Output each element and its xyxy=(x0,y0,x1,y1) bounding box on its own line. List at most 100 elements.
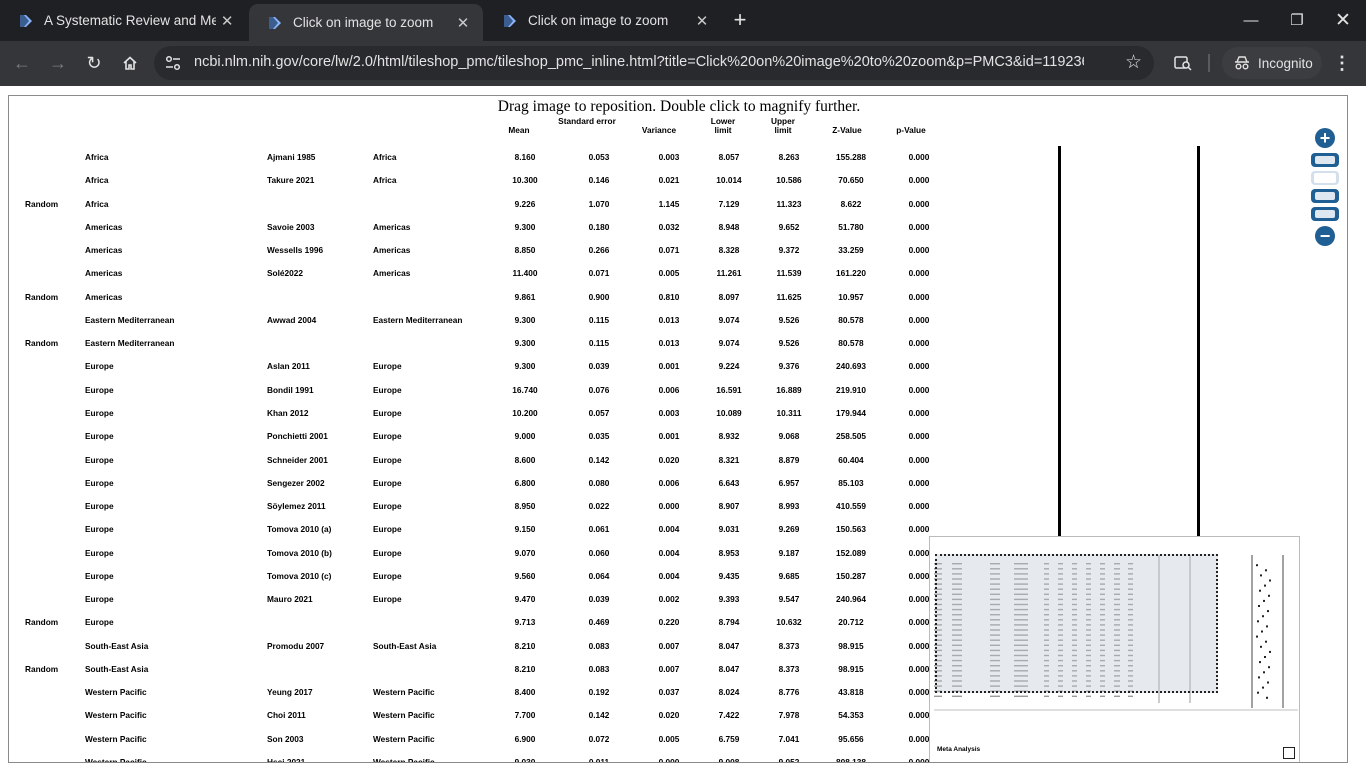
image-viewer[interactable]: Mean Standard error Variance Lower limit… xyxy=(8,95,1348,763)
cell-region: Western Pacific xyxy=(373,687,435,698)
zoom-level-button[interactable] xyxy=(1311,189,1339,203)
cell-lower-limit: 6.643 xyxy=(718,477,740,488)
cell-region: Eastern Mediterranean xyxy=(373,314,463,325)
cell-region: Western Pacific xyxy=(373,757,435,763)
navigator-thumbnail[interactable]: Meta Analysis xyxy=(929,536,1300,762)
browser-tab[interactable]: Click on image to zoom ✕ xyxy=(484,0,722,41)
forward-arrow-icon[interactable]: → xyxy=(44,49,72,77)
cell-standard-error: 0.083 xyxy=(588,640,610,651)
cell-p-value: 0.000 xyxy=(908,338,930,349)
zoom-level-button[interactable] xyxy=(1311,207,1339,221)
cell-upper-limit: 10.311 xyxy=(776,407,802,418)
cell-p-value: 0.000 xyxy=(908,268,930,279)
cell-variance: 0.001 xyxy=(658,361,680,372)
address-bar[interactable]: ncbi.nlm.nih.gov/core/lw/2.0/html/tilesh… xyxy=(154,46,1154,80)
lens-search-icon[interactable] xyxy=(1170,49,1196,77)
cell-group: Europe xyxy=(85,547,114,558)
cell-z-value: 179.944 xyxy=(836,407,866,418)
new-tab-plus-icon[interactable]: + xyxy=(728,7,752,32)
cell-upper-limit: 9.376 xyxy=(778,361,800,372)
cell-group: Europe xyxy=(85,617,114,628)
minimize-icon[interactable]: — xyxy=(1228,0,1274,40)
cell-upper-limit: 7.978 xyxy=(778,710,800,721)
cell-study: Takure 2021 xyxy=(267,175,315,186)
cell-mean: 9.300 xyxy=(514,221,536,232)
cell-standard-error: 0.057 xyxy=(588,407,610,418)
site-settings-icon[interactable] xyxy=(164,54,182,72)
cell-study: Solé2022 xyxy=(267,268,303,279)
document-favicon-icon xyxy=(269,16,281,29)
cell-standard-error: 0.053 xyxy=(588,152,610,162)
cell-group: Europe xyxy=(85,594,114,605)
cell-lower-limit: 6.759 xyxy=(718,733,740,744)
cell-upper-limit: 8.879 xyxy=(778,454,800,465)
cell-z-value: 80.578 xyxy=(838,338,864,349)
cell-variance: 0.032 xyxy=(658,221,680,232)
reload-icon[interactable]: ↻ xyxy=(80,49,108,77)
header-lower-limit: Lower limit xyxy=(710,116,736,135)
cell-mean: 9.226 xyxy=(514,198,536,209)
cell-p-value: 0.000 xyxy=(908,431,930,442)
cell-region: Africa xyxy=(373,152,397,162)
cell-lower-limit: 8.047 xyxy=(718,640,740,651)
cell-model: Random xyxy=(25,617,59,628)
cell-variance: 0.013 xyxy=(658,338,680,349)
cell-standard-error: 0.142 xyxy=(588,454,610,465)
cell-standard-error: 0.469 xyxy=(588,617,610,628)
cell-standard-error: 0.039 xyxy=(588,594,610,605)
cell-group: Eastern Mediterranean xyxy=(85,314,175,325)
zoom-level-button[interactable] xyxy=(1311,153,1339,167)
cell-group: Africa xyxy=(85,198,109,209)
browser-tab-active[interactable]: Click on image to zoom ✕ xyxy=(249,4,483,41)
cell-region: Americas xyxy=(373,268,411,279)
cell-model: Random xyxy=(25,663,59,674)
cell-upper-limit: 11.323 xyxy=(776,198,802,209)
browser-tab[interactable]: A Systematic Review and Meta- ✕ xyxy=(0,0,246,41)
cell-lower-limit: 16.591 xyxy=(716,384,742,395)
cell-upper-limit: 8.776 xyxy=(778,687,800,698)
cell-group: South-East Asia xyxy=(85,663,149,674)
window-close-icon[interactable]: ✕ xyxy=(1320,0,1366,40)
cell-upper-limit: 8.373 xyxy=(778,640,800,651)
cell-mean: 10.300 xyxy=(512,175,538,186)
home-icon[interactable] xyxy=(116,49,144,77)
zoom-in-icon[interactable]: + xyxy=(1315,128,1335,148)
tab-close-icon[interactable]: ✕ xyxy=(216,9,238,33)
cell-region: Europe xyxy=(373,477,402,488)
cell-group: Americas xyxy=(85,221,123,232)
tab-close-icon[interactable]: ✕ xyxy=(451,11,475,35)
cell-model: Random xyxy=(25,338,59,349)
cell-model: Random xyxy=(25,291,59,302)
cell-variance: 0.005 xyxy=(658,268,680,279)
incognito-indicator[interactable]: Incognito xyxy=(1222,47,1322,79)
cell-upper-limit: 10.632 xyxy=(776,617,802,628)
zoom-level-current[interactable] xyxy=(1311,171,1339,185)
cell-mean: 8.600 xyxy=(514,454,536,465)
menu-kebab-icon[interactable]: ⋮ xyxy=(1330,49,1354,77)
cell-upper-limit: 9.068 xyxy=(778,431,800,442)
header-variance: Variance xyxy=(641,125,677,135)
bookmark-star-icon[interactable]: ☆ xyxy=(1125,51,1142,74)
cell-group: South-East Asia xyxy=(85,640,149,651)
zoom-out-icon[interactable]: − xyxy=(1315,226,1335,246)
navigator-viewport-box[interactable] xyxy=(935,554,1218,693)
tab-close-icon[interactable]: ✕ xyxy=(690,9,714,33)
url-text[interactable]: ncbi.nlm.nih.gov/core/lw/2.0/html/tilesh… xyxy=(194,54,1084,70)
cell-variance: 0.004 xyxy=(658,570,680,581)
cell-study: Son 2003 xyxy=(267,733,304,744)
cell-lower-limit: 8.328 xyxy=(718,245,740,256)
navigator-resize-icon[interactable] xyxy=(1283,747,1295,759)
incognito-icon xyxy=(1235,56,1249,70)
cell-mean: 9.300 xyxy=(514,314,536,325)
cell-standard-error: 0.022 xyxy=(588,501,610,512)
cell-z-value: 95.656 xyxy=(838,733,864,744)
cell-study: Bondil 1991 xyxy=(267,384,314,395)
cell-region: Europe xyxy=(373,594,402,605)
cell-group: Western Pacific xyxy=(85,687,147,698)
restore-icon[interactable]: ❐ xyxy=(1274,0,1320,40)
cell-variance: 0.007 xyxy=(658,640,680,651)
back-arrow-icon[interactable]: ← xyxy=(8,49,36,77)
forest-plot-axis-line xyxy=(1058,146,1061,541)
cell-variance: 0.013 xyxy=(658,314,680,325)
header-mean: Mean xyxy=(508,125,530,135)
